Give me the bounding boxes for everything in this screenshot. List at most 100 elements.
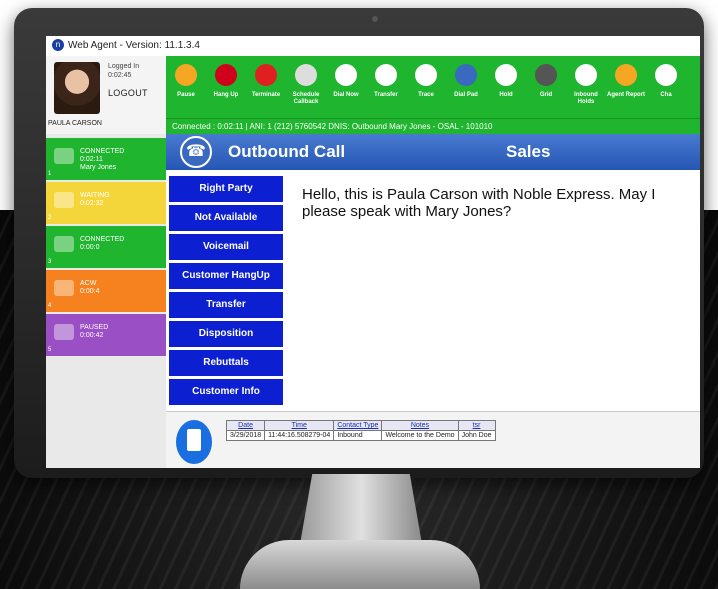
phone-icon	[54, 148, 74, 164]
toolbar-label: Transfer	[374, 92, 398, 98]
call-header: ☎ Outbound Call Sales	[166, 134, 700, 170]
agent-panel: Logged In 0:02:45 LOGOUT PAULA CARSON	[46, 56, 167, 134]
toolbar-grid-button[interactable]: Grid	[526, 56, 566, 118]
state-time: 0:02:11	[80, 156, 103, 163]
state-status: PAUSED	[80, 324, 109, 331]
toolbar-hold-button[interactable]: Hold	[486, 56, 526, 118]
connection-status: Connected : 0:02:11 | ANI: 1 (212) 57605…	[166, 118, 700, 134]
grid-icon	[535, 64, 557, 86]
history-column-header[interactable]: tsr	[457, 420, 496, 431]
state-list: CONNECTED 0:02:11 Mary Jones 1 WAITING 0:02:3…	[46, 134, 166, 468]
phone-icon: ☎	[180, 136, 212, 168]
hold-icon	[495, 64, 517, 86]
toolbar-label: Trace	[418, 92, 434, 98]
history-column-header[interactable]: Time	[264, 420, 335, 431]
state-item-connected[interactable]: CONNECTED 0:02:11 Mary Jones 1	[46, 138, 166, 180]
toolbar-label: Hang Up	[213, 92, 239, 98]
state-index: 4	[48, 303, 52, 309]
toolbar-trace-button[interactable]: Trace	[406, 56, 446, 118]
monitor-stand	[300, 474, 422, 544]
agent-report-icon	[615, 64, 637, 86]
toolbar-terminate-button[interactable]: Terminate	[246, 56, 286, 118]
dial-now-icon	[335, 64, 357, 86]
schedule-callback-icon	[295, 64, 317, 86]
window-title: Web Agent - Version: 11.1.3.4	[68, 40, 200, 51]
logout-button[interactable]: LOGOUT	[108, 88, 148, 98]
agent-name: PAULA CARSON	[48, 120, 102, 127]
toolbar-pause-button[interactable]: Pause	[166, 56, 206, 118]
toolbar-label: Inbound Holds	[574, 92, 598, 105]
history-panel: Date Time Contact Type Notes tsr 3/29/2018 11…	[166, 411, 700, 468]
logged-in-info: Logged In 0:02:45	[108, 62, 139, 80]
state-detail: Mary Jones	[80, 164, 117, 171]
terminate-icon	[255, 64, 277, 86]
screen: n Web Agent - Version: 11.1.3.4 Logged In…	[46, 36, 700, 468]
history-column-header[interactable]: Date	[225, 420, 266, 431]
toolbar-transfer-button[interactable]: Transfer	[366, 56, 406, 118]
toolbar-label: Dial Now	[333, 92, 359, 98]
chat-bubble-icon	[54, 192, 74, 208]
logged-in-time: 0:02:45	[108, 72, 132, 79]
state-item-acw[interactable]: ACW 0:00:4 4	[46, 270, 166, 312]
toolbar-dial-pad-button[interactable]: Dial Pad	[446, 56, 486, 118]
state-index: 3	[48, 259, 52, 265]
table-cell: John Doe	[457, 430, 496, 441]
table-cell: 11:44:16.508279-04	[264, 430, 335, 441]
history-table: Date Time Contact Type Notes tsr 3/29/2018 11…	[225, 420, 496, 441]
toolbar-inbound-holds-button[interactable]: Inbound Holds	[566, 56, 606, 118]
state-status: ACW	[80, 280, 97, 287]
script-text: Hello, this is Paula Carson with Noble E…	[302, 186, 656, 220]
table-cell: Welcome to the Demo	[381, 430, 459, 441]
history-column-header[interactable]: Notes	[381, 420, 459, 431]
state-item-paused[interactable]: PAUSED 0:00:42 5	[46, 314, 166, 356]
script-button-right-party[interactable]: Right Party	[169, 176, 283, 202]
toolbar: Pause Hang Up Terminate Schedule Callback Di…	[166, 56, 700, 118]
toolbar-label: Agent Report	[607, 92, 645, 98]
table-cell: Inbound	[333, 430, 383, 441]
pause-icon	[175, 64, 197, 86]
state-status: CONNECTED	[80, 236, 125, 243]
script-button-not-available[interactable]: Not Available	[169, 205, 283, 231]
toolbar-chat-button[interactable]: Cha	[646, 56, 686, 118]
trace-icon	[415, 64, 437, 86]
script-button-transfer[interactable]: Transfer	[169, 292, 283, 318]
state-time: 0:02:32	[80, 200, 104, 207]
toolbar-label: Grid	[539, 92, 553, 98]
dial-pad-icon	[455, 64, 477, 86]
state-index: 5	[48, 347, 52, 353]
transfer-icon	[375, 64, 397, 86]
hang-up-icon	[215, 64, 237, 86]
toolbar-label: Terminate	[251, 92, 281, 98]
script-button-rebuttals[interactable]: Rebuttals	[169, 350, 283, 376]
clipboard-icon[interactable]	[176, 420, 212, 464]
toolbar-agent-report-button[interactable]: Agent Report	[606, 56, 646, 118]
title-bar: n Web Agent - Version: 11.1.3.4	[46, 36, 700, 56]
toolbar-label: Dial Pad	[454, 92, 478, 98]
state-item-waiting[interactable]: WAITING 0:02:32 2	[46, 182, 166, 224]
script-button-customer-info[interactable]: Customer Info	[169, 379, 283, 405]
state-status: WAITING	[80, 192, 110, 199]
logged-in-label: Logged In	[108, 63, 140, 70]
script-buttons: Right Party Not Available Voicemail Custome…	[166, 176, 286, 408]
call-type: Outbound Call	[228, 142, 346, 161]
app-logo-icon: n	[52, 39, 64, 52]
script-button-voicemail[interactable]: Voicemail	[169, 234, 283, 260]
toolbar-dial-now-button[interactable]: Dial Now	[326, 56, 366, 118]
table-row[interactable]: 3/29/2018 11:44:16.508279-04 Inbound Welcom…	[225, 430, 496, 441]
camera	[372, 16, 378, 22]
script-button-disposition[interactable]: Disposition	[169, 321, 283, 347]
table-cell: 3/29/2018	[225, 430, 266, 441]
monitor-base	[240, 540, 480, 589]
toolbar-label: Schedule Callback	[292, 92, 320, 105]
state-time: 0:00:4	[80, 288, 100, 295]
state-item-connected[interactable]: CONNECTED 0:00:0 3	[46, 226, 166, 268]
history-column-header[interactable]: Contact Type	[333, 420, 383, 431]
toolbar-schedule-callback-button[interactable]: Schedule Callback	[286, 56, 326, 118]
sms-icon	[54, 236, 74, 252]
script-button-customer-hangup[interactable]: Customer HangUp	[169, 263, 283, 289]
toolbar-label: Pause	[177, 92, 195, 98]
state-time: 0:00:0	[80, 244, 100, 251]
toolbar-hang-up-button[interactable]: Hang Up	[206, 56, 246, 118]
state-status: CONNECTED	[80, 148, 125, 155]
campaign-name: Sales	[506, 142, 551, 161]
